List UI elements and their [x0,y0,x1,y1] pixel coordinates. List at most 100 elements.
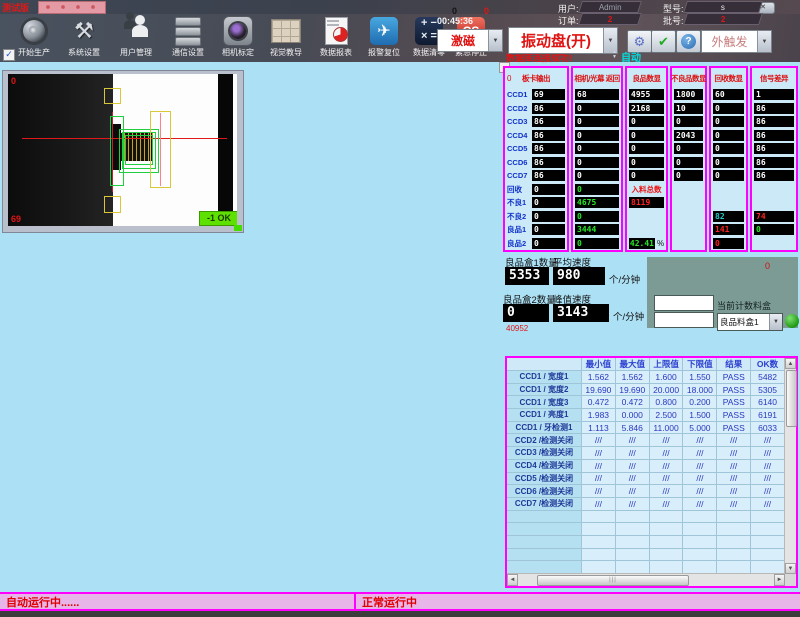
scrollbar-corner [785,574,796,586]
camera-view-panel: 0 69 -1 OK [2,70,244,233]
current-box-combo[interactable]: 良品料盒1 ▼ [717,313,783,331]
stats-cell [672,210,705,224]
table-row: CCD4 /检测关闭////////////////// [507,460,785,473]
chevron-down-icon[interactable]: ▼ [488,30,502,51]
help-button[interactable]: ? [676,30,701,53]
stats-cell: 0 [711,156,746,170]
results-row-label [507,536,582,549]
stats-cell [627,210,666,224]
chevron-down-icon[interactable]: ▼ [757,31,771,52]
stats-cell: 86 [752,102,796,116]
test-version-badge: 测试版 [2,1,29,14]
stats-row-label: 回收 [507,184,532,195]
results-cell: /// [582,460,616,473]
results-cell: 1.562 [582,371,616,384]
toolbar-button-label: 用户管理 [110,47,162,58]
stats-cell: 86 [752,169,796,183]
chevron-down-icon[interactable]: ▼ [769,314,782,330]
roi-box-yellow [104,88,121,104]
scroll-up-icon[interactable]: ▲ [785,358,796,369]
stats-column-header: 相机/光幕 返回 [573,68,621,88]
run-timer: 00:45:36 [437,16,473,26]
results-cell: /// [650,460,684,473]
results-cell [582,511,616,524]
results-row-label [507,523,582,536]
stats-cell: 0 [573,210,621,224]
results-cell: 1.550 [683,371,717,384]
stats-cell: 1 [752,88,796,102]
stats-cell [672,196,705,210]
results-cell [650,536,684,549]
results-cell: 0.200 [683,396,717,409]
stats-value: 86 [754,103,794,114]
results-header-cell [507,358,582,371]
stats-cell: 入料总数 [627,183,666,197]
stats-cell: 0 [752,223,796,237]
user-field[interactable]: Admin [578,1,642,13]
scrollbar-thumb[interactable] [786,370,797,427]
toolbar-button-comm-settings[interactable]: 通信设置 [162,16,214,62]
toolbar-button-label: 开始生产 [8,47,60,58]
horizontal-scrollbar[interactable]: ◄ ||| ► [507,573,785,586]
results-cell: 19.690 [582,384,616,397]
order-field[interactable]: 2 [578,13,642,25]
stats-cell: 2043 [672,129,705,143]
stats-row-label: CCD1 [507,90,532,99]
scrollbar-thumb[interactable]: ||| [537,575,689,586]
auto-spinner[interactable]: ▲▼ [610,50,619,61]
results-cell: 1.600 [650,371,684,384]
scroll-left-icon[interactable]: ◄ [507,574,518,586]
vibration-combo[interactable]: 振动盘(开) ▼ [508,27,618,54]
tools-icon: ⚒ [69,16,99,46]
stats-cell: 不良10 [505,196,567,210]
scroll-right-icon[interactable]: ► [774,574,785,586]
stats-value: 86 [754,143,794,154]
toolbar-button-user-management[interactable]: 用户管理 [110,16,162,62]
results-cell: /// [650,498,684,511]
ext-trigger-combo[interactable]: 外触发 ▼ [701,30,772,53]
confirm-button[interactable]: ✔ [651,30,676,53]
stats-cell: 0 [627,156,666,170]
results-cell: /// [717,434,751,447]
stats-cell: 0 [627,115,666,129]
stats-cell: CCD786 [505,169,567,183]
stats-value: 0 [532,184,565,195]
stats-value: 86 [754,130,794,141]
stats-cell: 0 [573,129,621,143]
stats-cell: 0 [711,142,746,156]
results-header-cell: OK数 [751,358,785,371]
batch-field[interactable]: 2 [683,13,763,25]
results-cell [582,523,616,536]
stats-row-label: CCD5 [507,144,532,153]
results-row-label: CCD5 /检测关闭 [507,473,582,486]
results-cell: 1.500 [683,409,717,422]
toolbar-button-system-settings[interactable]: ⚒系统设置 [58,16,110,62]
toolbar-button-start-production[interactable]: 开始生产 [8,16,60,62]
results-cell: 1.113 [582,422,616,435]
model-field[interactable]: s [683,1,763,13]
excite-combo[interactable]: 激磁 ▼ [437,29,503,52]
stats-cell: 4675 [573,196,621,210]
table-row: CCD1 / 宽度219.69019.69020.00018.000PASS53… [507,384,785,397]
results-cell: 0.472 [616,396,650,409]
toolbar-button-vision-teaching[interactable]: 视觉教导 [260,16,312,62]
results-cell: /// [616,498,650,511]
toolbar-button-data-report[interactable]: 数据报表 [310,16,362,62]
results-cell: /// [717,498,751,511]
results-cell [717,536,751,549]
results-cell: /// [751,473,785,486]
scroll-down-icon[interactable]: ▼ [785,563,796,574]
stats-cell: 4955 [627,88,666,102]
count-input-2[interactable] [654,312,714,328]
vertical-scrollbar[interactable]: ▲ ▼ [784,358,796,574]
stats-row-label: CCD3 [507,117,532,126]
auto-checkbox[interactable]: ✓ [3,49,15,61]
count-input-1[interactable] [654,295,714,311]
stats-cell: 0 [573,142,621,156]
toolbar-button-camera-calibration[interactable]: 相机标定 [212,16,264,62]
stats-value: 0 [575,143,619,154]
counting-box-panel: 0 当前计数料盒 良品料盒1 ▼ [647,257,798,328]
results-cell: 0.000 [616,409,650,422]
stats-value: 3444 [575,224,619,235]
results-cell: 2.500 [650,409,684,422]
